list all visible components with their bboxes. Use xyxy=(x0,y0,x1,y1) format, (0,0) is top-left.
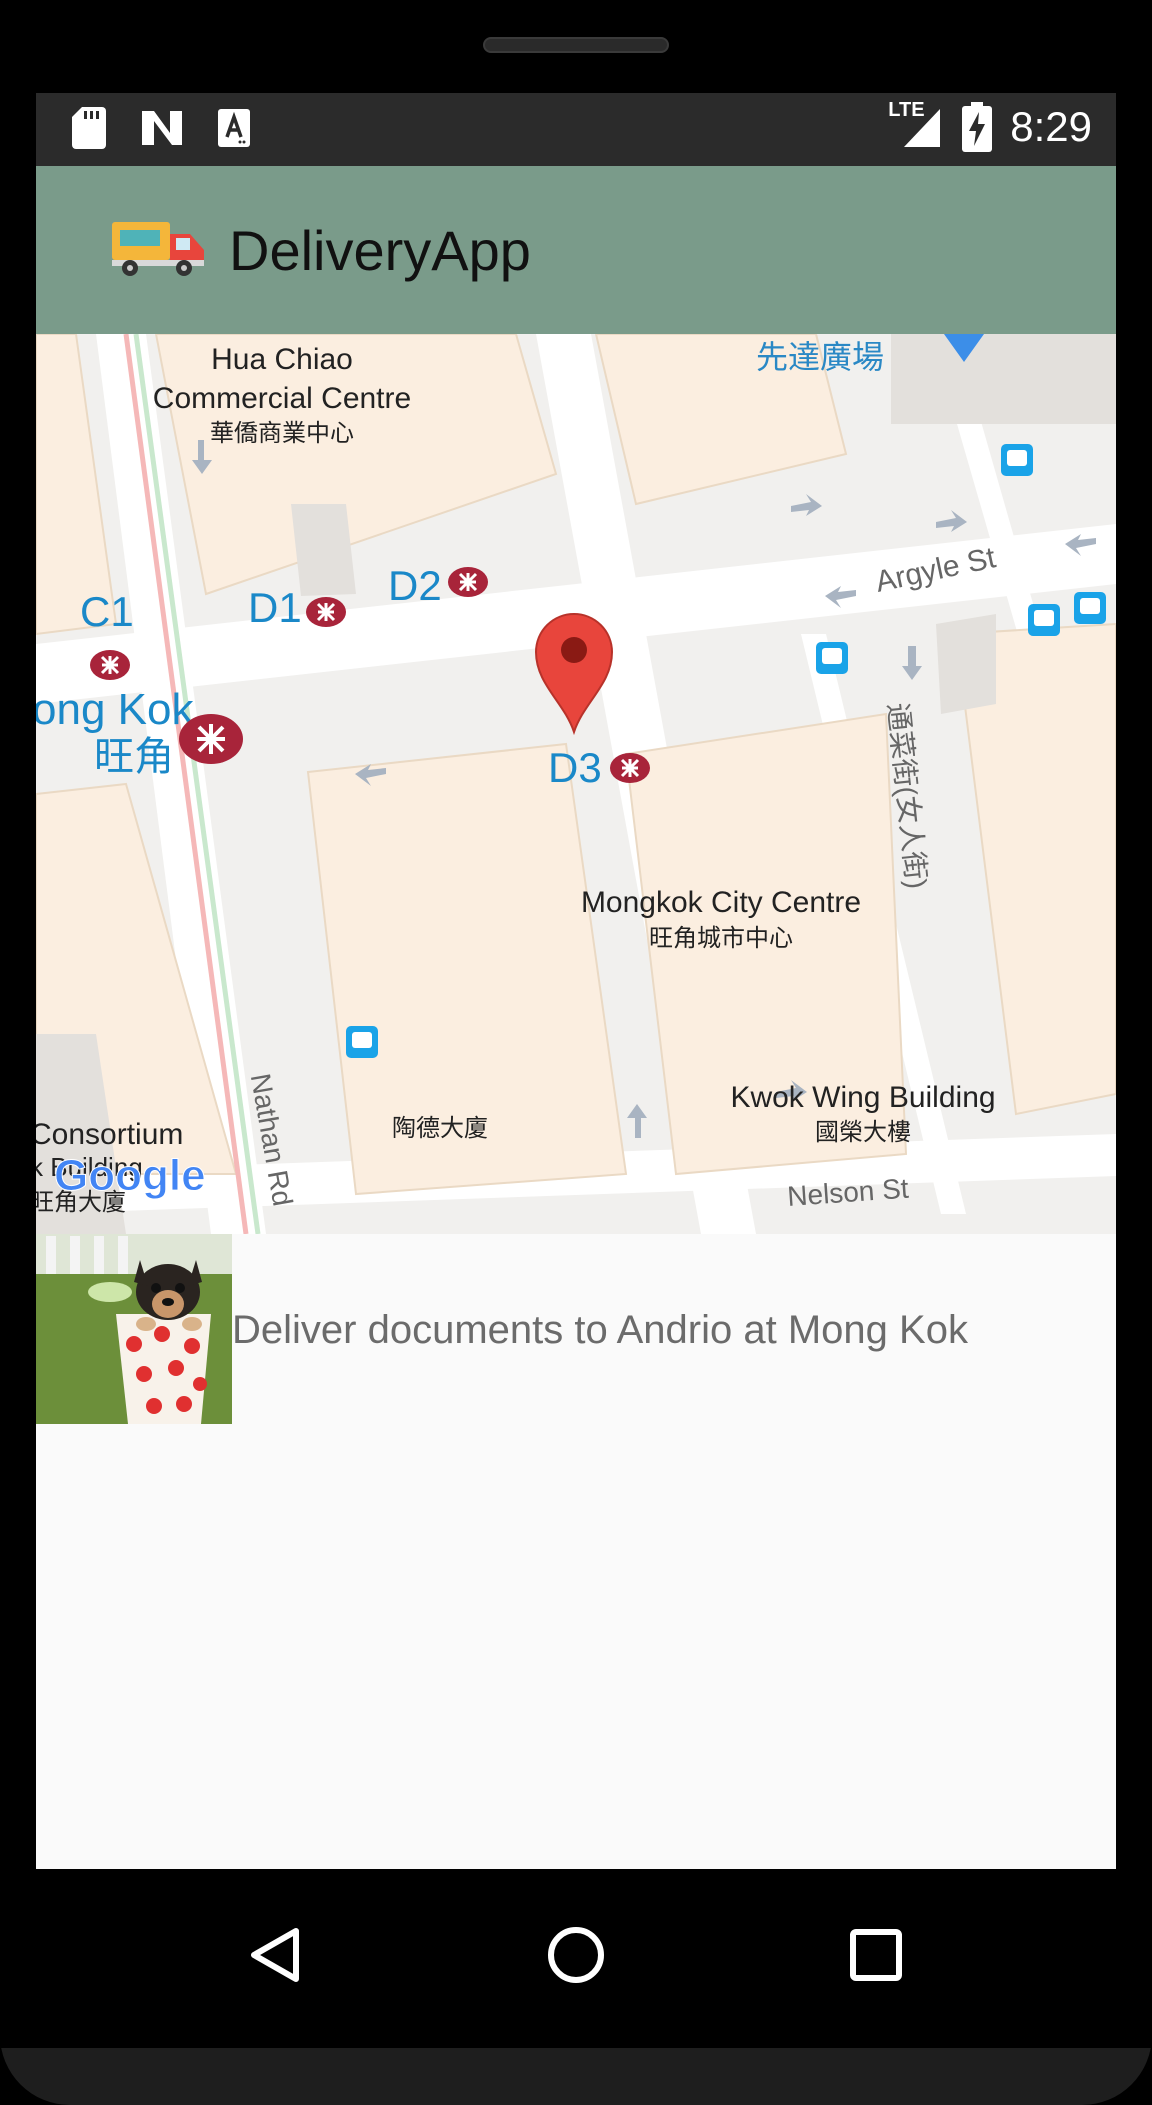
puppy-in-cup-image xyxy=(36,1234,232,1424)
label-sin-tat-plaza: 先達廣場 xyxy=(756,339,884,375)
status-system-icons: LTE 8:29 xyxy=(888,99,1092,153)
back-triangle-icon[interactable] xyxy=(246,1925,306,1985)
n-logo-icon xyxy=(142,111,182,145)
status-bar: LTE 8:29 xyxy=(36,93,1116,166)
sd-card-icon xyxy=(72,107,106,149)
list-item-text: Deliver documents to Andrio at Mong Kok xyxy=(232,1308,968,1352)
map-view[interactable]: Hua Chiao Commercial Centre 華僑商業中心 先達廣場 … xyxy=(36,334,1116,1234)
google-logo: Google xyxy=(54,1151,206,1200)
label-kwok-wing-building: Kwok Wing Building xyxy=(730,1081,995,1114)
label-hua-chiao: Hua Chiao xyxy=(211,343,353,376)
label-mong-kok-station: ong Kok xyxy=(36,685,194,734)
navigation-bar xyxy=(0,1869,1152,2048)
label-exit-d2: D2 xyxy=(388,562,442,609)
signal-icon: LTE xyxy=(888,99,944,153)
map-pin-icon[interactable] xyxy=(534,613,614,736)
truck-icon xyxy=(112,222,204,276)
label-hua-chiao-2: Commercial Centre xyxy=(153,382,411,415)
label-exit-c1: C1 xyxy=(80,588,134,635)
label-consortium: Consortium xyxy=(36,1118,183,1151)
recents-square-icon[interactable] xyxy=(849,1928,903,1982)
earpiece-speaker xyxy=(483,37,669,53)
label-kwok-wing-building-zh: 國榮大樓 xyxy=(815,1119,911,1146)
label-hua-chiao-zh: 華僑商業中心 xyxy=(210,420,354,447)
phone-bottom-edge xyxy=(0,2048,1152,2105)
battery-charging-icon xyxy=(962,102,993,152)
phone-frame: LTE 8:29 DeliveryApp Hua Chiao Commercia… xyxy=(0,0,1152,2105)
label-mongkok-city-centre: Mongkok City Centre xyxy=(581,886,861,919)
home-circle-icon[interactable] xyxy=(546,1925,606,1985)
map-canvas[interactable]: Hua Chiao Commercial Centre 華僑商業中心 先達廣場 … xyxy=(36,334,1116,1234)
label-mong-kok-station-zh: 旺角 xyxy=(94,735,174,779)
label-to-tak-building: 陶德大廈 xyxy=(392,1115,488,1142)
device-screen: LTE 8:29 DeliveryApp Hua Chiao Commercia… xyxy=(36,93,1116,1869)
app-title: DeliveryApp xyxy=(229,219,531,282)
label-mongkok-city-centre-zh: 旺角城市中心 xyxy=(649,925,793,952)
status-clock: 8:29 xyxy=(1010,103,1092,150)
list-item[interactable]: Deliver documents to Andrio at Mong Kok xyxy=(36,1234,1116,1424)
label-exit-d3: D3 xyxy=(548,744,602,791)
app-bar: DeliveryApp xyxy=(36,166,1116,334)
a-notification-icon xyxy=(218,109,250,147)
label-exit-d1: D1 xyxy=(248,584,302,631)
status-notifications xyxy=(72,107,250,149)
